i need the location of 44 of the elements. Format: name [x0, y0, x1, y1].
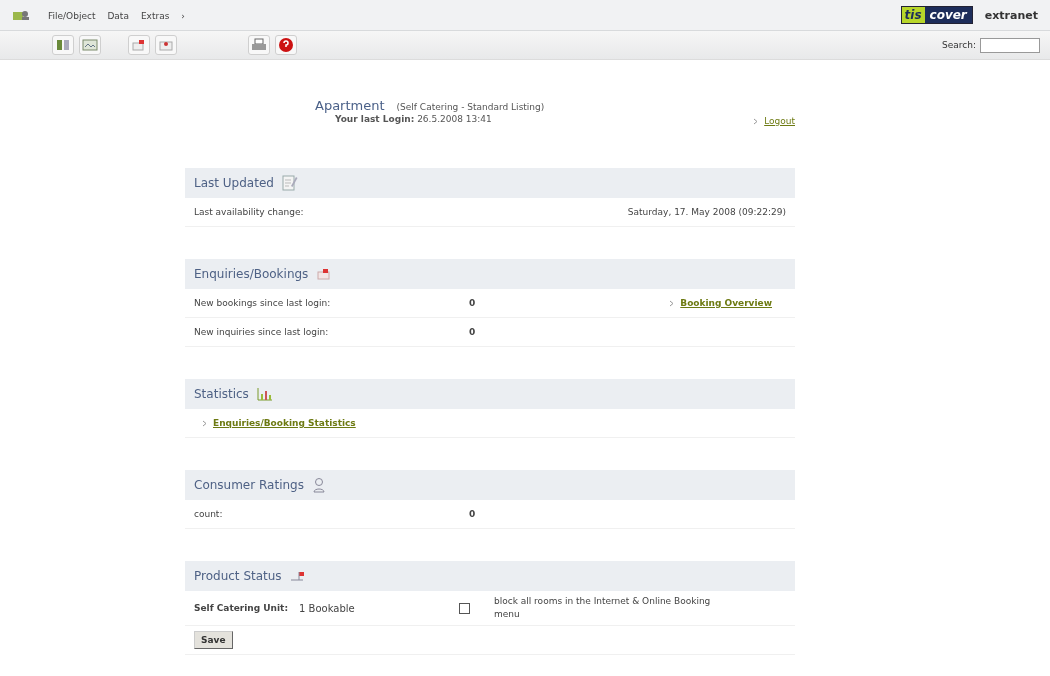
brand-logo: tis cover: [900, 6, 973, 24]
row-label: New inquiries since last login:: [194, 327, 330, 337]
section-title: Statistics: [194, 387, 249, 401]
search-field[interactable]: [980, 37, 1040, 53]
image-icon[interactable]: [79, 35, 101, 55]
note-edit-icon: [281, 174, 298, 192]
menu-item[interactable]: Extras: [140, 10, 170, 21]
print-icon[interactable]: [248, 35, 270, 55]
booking-overview-link[interactable]: Booking Overview: [680, 298, 772, 308]
search-label: Search:: [942, 40, 976, 50]
row-label: count:: [194, 509, 224, 519]
section-title: Last Updated: [194, 176, 274, 190]
brand-label: extranet: [984, 8, 1038, 22]
unit-label: Self Catering Unit:: [194, 603, 289, 613]
chevron-icon: [753, 117, 759, 125]
menu-item[interactable]: File/Object: [48, 10, 96, 21]
help-icon[interactable]: [275, 35, 297, 55]
page-title: Apartment: [315, 98, 385, 113]
row-value: 0: [469, 298, 477, 308]
checkbox[interactable]: [459, 602, 470, 614]
chevron-icon: [202, 419, 207, 427]
chevron-icon: [669, 299, 675, 307]
last-login-text: Your last Login: 26.5.2008 13:41: [335, 114, 492, 124]
row-value: 0: [469, 509, 477, 519]
menu-item[interactable]: ›: [181, 10, 185, 21]
save-button[interactable]: Save: [194, 631, 233, 649]
row-value: 0: [469, 327, 477, 337]
person-icon: [311, 477, 326, 493]
grid-view-icon[interactable]: [52, 35, 74, 55]
page-subtitle: (Self Catering - Standard Listing): [396, 102, 545, 112]
folder-user-icon[interactable]: [12, 9, 30, 21]
unit-value: 1 Bookable: [299, 602, 356, 614]
section-title: Consumer Ratings: [194, 478, 304, 492]
bar-chart-icon: [256, 387, 273, 401]
section-title: Enquiries/Bookings: [194, 267, 309, 281]
row-value: Saturday, 17. May 2008 (09:22:29): [627, 207, 786, 217]
checkbox-label: block all rooms in the Internet & Online Booking menu: [494, 595, 712, 621]
statistics-link[interactable]: Enquiries/Booking Statistics: [213, 418, 356, 428]
row-label: Last availability change:: [194, 207, 304, 217]
row-label: New bookings since last login:: [194, 298, 332, 308]
flag-icon: [289, 570, 306, 582]
section-title: Product Status: [194, 569, 282, 583]
menu-item[interactable]: Data: [107, 10, 129, 21]
logout-link[interactable]: Logout: [764, 116, 795, 126]
